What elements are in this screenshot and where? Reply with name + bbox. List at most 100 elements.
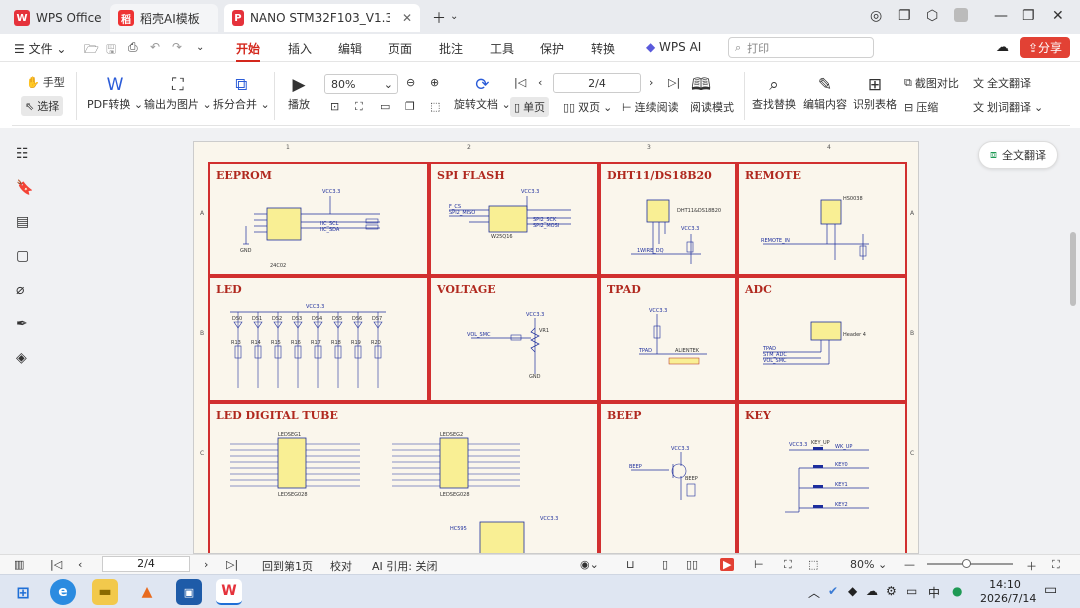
split-merge-button[interactable]: ⧉ 拆分合并 ⌄ (213, 74, 270, 112)
attachment-icon[interactable]: ⌀ (16, 282, 24, 298)
zoom-slider-handle[interactable] (962, 559, 971, 568)
play-icon[interactable]: ▶ (720, 558, 735, 571)
status-page-input[interactable]: 2/4 (102, 556, 190, 572)
next-page-icon[interactable]: › (204, 558, 208, 571)
menu-page[interactable]: 页面 (388, 40, 412, 57)
menu-home[interactable]: 开始 (236, 40, 261, 62)
matlab-icon[interactable]: ▲ (134, 579, 160, 605)
notification-icon[interactable]: ▭ (1044, 582, 1057, 598)
share-button[interactable]: ⇪ 分享 (1020, 37, 1070, 58)
ai-assistant-icon[interactable]: ◎ (870, 8, 882, 24)
print-icon[interactable]: ⎙ (128, 40, 138, 55)
pdf-convert-button[interactable]: W PDF转换 ⌄ (87, 74, 143, 112)
zoom-in-icon[interactable]: ⊕ (430, 76, 439, 89)
word-translate-button[interactable]: 文划词翻译 ⌄ (973, 99, 1043, 115)
eye-icon[interactable]: ◉⌄ (580, 558, 599, 571)
rotate-document-button[interactable]: ⟳ 旋转文档 ⌄ (454, 74, 511, 112)
cloud-sync-icon[interactable]: ☁ (996, 40, 1009, 55)
thumbnail-icon[interactable]: ▤ (16, 214, 29, 230)
tray-wechat-icon[interactable]: ● (952, 584, 962, 598)
fit-width-icon[interactable]: ⊢ (754, 558, 764, 571)
first-page-icon[interactable]: |◁ (514, 76, 526, 89)
fit-width-icon[interactable]: ▭ (380, 100, 390, 113)
search-box[interactable]: ⌕ 打印 (728, 37, 874, 58)
first-page-icon[interactable]: |◁ (50, 558, 62, 571)
crop-icon[interactable]: ⬚ (430, 100, 440, 113)
edit-content-button[interactable]: ✎ 编辑内容 (803, 74, 847, 112)
menu-tools[interactable]: 工具 (490, 40, 514, 57)
read-mode-button[interactable]: 阅读模式 (690, 99, 734, 115)
redo-icon[interactable]: ↷ (172, 40, 182, 54)
menu-insert[interactable]: 插入 (288, 40, 312, 57)
fullscreen-icon[interactable]: ⛶ (1052, 558, 1060, 572)
last-page-icon[interactable]: ▷| (226, 558, 238, 571)
save-icon[interactable]: 🖫 (106, 40, 116, 61)
export-image-button[interactable]: ⛶ 输出为图片 ⌄ (144, 74, 212, 112)
app-icon[interactable]: ▣ (176, 579, 202, 605)
edge-browser-icon[interactable]: e (50, 579, 76, 605)
fit-page-icon[interactable]: ⛶ (355, 100, 363, 114)
zoom-select[interactable]: 80% ⌄ (324, 74, 398, 94)
windows-start-icon[interactable]: ⊞ (10, 579, 36, 605)
menu-comment[interactable]: 批注 (439, 40, 463, 57)
comment-icon[interactable]: ▢ (16, 248, 29, 264)
tab-pdf-document[interactable]: P NANO STM32F103_V1.3_SCH.pdf ✕ (224, 4, 420, 32)
tab-docer-templates[interactable]: 稻 稻壳AI模板 (110, 4, 218, 32)
tray-battery-icon[interactable]: ▭ (906, 584, 917, 598)
read-mode-icon[interactable]: 🕮 (691, 74, 711, 96)
clock[interactable]: 14:10 2026/7/14 (980, 578, 1036, 606)
zoom-in-icon[interactable]: ＋ (1026, 558, 1037, 574)
page-number-input[interactable]: 2/4 (553, 73, 641, 93)
next-page-icon[interactable]: › (649, 76, 653, 89)
tray-settings-icon[interactable]: ⚙ (886, 584, 897, 598)
minimize-icon[interactable]: — (994, 8, 1008, 24)
window-layout-icon[interactable]: ❐ (898, 8, 911, 24)
close-tab-icon[interactable]: ✕ (402, 11, 412, 25)
signature-icon[interactable]: ✒ (16, 316, 28, 332)
duplicate-icon[interactable]: ❐ (405, 100, 415, 113)
prev-page-icon[interactable]: ‹ (538, 76, 542, 89)
screenshot-compare-button[interactable]: ⧉ 截图对比 (904, 75, 959, 91)
continuous-read-button[interactable]: ⊢ 连续阅读 (622, 99, 679, 115)
full-translate-button[interactable]: 文全文翻译 (973, 75, 1031, 91)
restore-icon[interactable]: ❐ (1022, 8, 1035, 24)
cube-icon[interactable]: ⬡ (926, 8, 938, 24)
new-tab-icon[interactable]: ＋ (432, 8, 446, 28)
tray-color-icon[interactable]: ◆ (848, 584, 857, 598)
find-replace-button[interactable]: ⌕ 查找替换 (752, 74, 796, 112)
menu-edit[interactable]: 编辑 (338, 40, 362, 57)
fit-page-icon[interactable]: ⛶ (784, 558, 792, 572)
close-window-icon[interactable]: ✕ (1052, 8, 1064, 24)
menu-wps-ai[interactable]: ◆ WPS AI (646, 40, 701, 54)
zoom-level[interactable]: 80% ⌄ (850, 558, 887, 571)
prev-page-icon[interactable]: ‹ (78, 558, 82, 571)
avatar[interactable] (954, 8, 968, 22)
layers-icon[interactable]: ◈ (16, 350, 27, 366)
tray-cloud-icon[interactable]: ☁ (866, 584, 878, 598)
single-page-button[interactable]: ▯ 单页 (510, 97, 550, 117)
more-chevron-icon[interactable]: ⌄ (196, 42, 204, 53)
tray-app-icon[interactable]: ✔ (828, 584, 838, 598)
sidebar-toggle-icon[interactable]: ▥ (14, 558, 24, 571)
ai-cite-status[interactable]: AI 引用: 关闭 (372, 558, 437, 574)
tray-expand-icon[interactable]: ︿ (808, 584, 820, 601)
menu-protect[interactable]: 保护 (540, 40, 564, 57)
back-to-first-page-link[interactable]: 回到第1页 (262, 558, 313, 574)
input-method-indicator[interactable]: 中 (928, 584, 940, 601)
hand-tool-button[interactable]: ✋ 手型 (26, 74, 65, 90)
bookmark-icon[interactable]: 🔖 (16, 180, 33, 196)
tab-wps-office[interactable]: W WPS Office (6, 4, 110, 32)
floating-full-translate-button[interactable]: ⧈ 全文翻译 (978, 141, 1058, 169)
double-page-button[interactable]: ▯▯ 双页 ⌄ (563, 99, 612, 115)
split-view-icon[interactable]: ⊔ (626, 558, 635, 571)
single-page-view-icon[interactable]: ▯ (662, 558, 668, 571)
double-page-view-icon[interactable]: ▯▯ (686, 558, 698, 571)
open-folder-icon[interactable]: 🗁 (84, 40, 99, 61)
compress-button[interactable]: ⊟ 压缩 (904, 99, 938, 115)
menu-file[interactable]: ☰ 文件 ⌄ (14, 40, 66, 57)
zoom-out-icon[interactable]: — (904, 558, 915, 571)
menu-convert[interactable]: 转换 (591, 40, 615, 57)
zoom-out-icon[interactable]: ⊖ (406, 76, 415, 89)
crop-icon[interactable]: ⬚ (808, 558, 818, 571)
actual-size-icon[interactable]: ⊡ (330, 100, 339, 113)
